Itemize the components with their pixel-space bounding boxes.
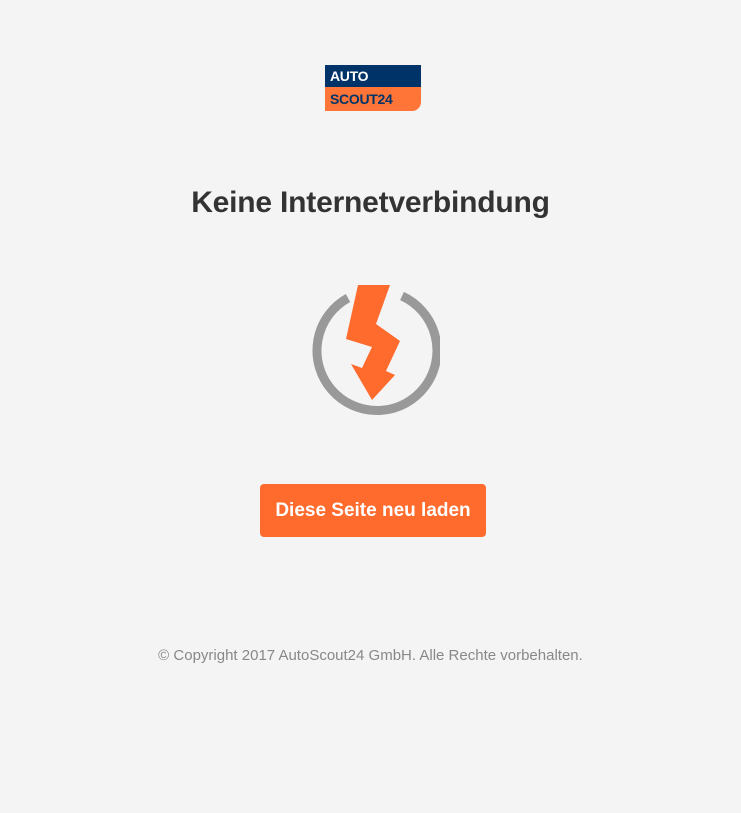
lightning-bolt-icon xyxy=(346,285,400,400)
logo-line-auto: AUTO xyxy=(325,65,421,87)
copyright-notice: © Copyright 2017 AutoScout24 GmbH. Alle … xyxy=(158,647,583,664)
offline-lightning-icon xyxy=(312,285,440,415)
page-title: Keine Internetverbindung xyxy=(191,186,550,219)
logo-line-scout24: SCOUT24 xyxy=(325,87,421,111)
reload-page-button[interactable]: Diese Seite neu laden xyxy=(260,484,486,537)
autoscout24-logo[interactable]: AUTO SCOUT24 xyxy=(325,65,421,111)
